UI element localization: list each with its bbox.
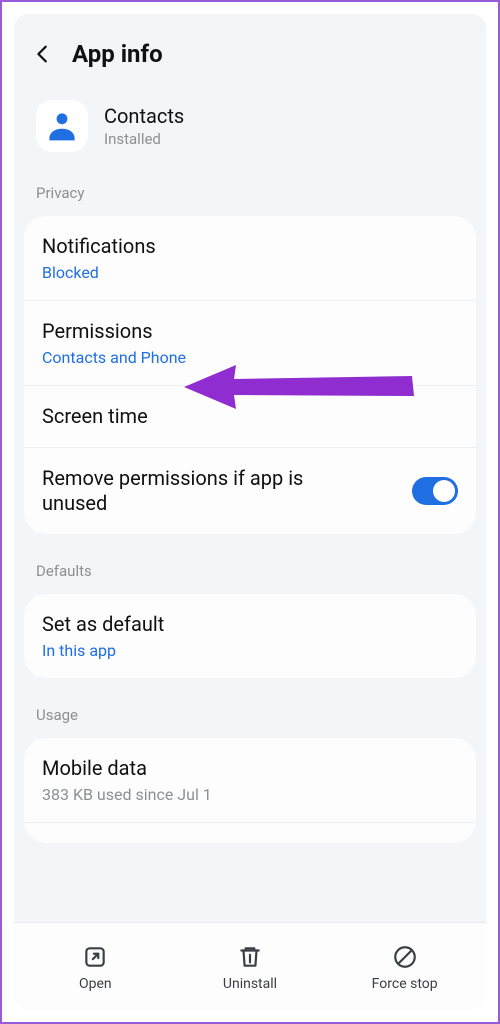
notifications-title: Notifications bbox=[42, 234, 458, 259]
mobile-data-row[interactable]: Mobile data 383 KB used since Jul 1 bbox=[24, 738, 476, 822]
section-label-defaults: Defaults bbox=[14, 552, 486, 590]
uninstall-button[interactable]: Uninstall bbox=[195, 944, 305, 992]
screen-time-title: Screen time bbox=[42, 404, 458, 429]
page-title: App info bbox=[72, 40, 163, 68]
section-label-usage: Usage bbox=[14, 696, 486, 734]
screen-time-row[interactable]: Screen time bbox=[24, 385, 476, 447]
force-stop-button[interactable]: Force stop bbox=[350, 944, 460, 992]
notifications-row[interactable]: Notifications Blocked bbox=[24, 216, 476, 300]
remove-permissions-title: Remove permissions if app is unused bbox=[42, 466, 342, 516]
notifications-value: Blocked bbox=[42, 263, 458, 282]
permissions-row[interactable]: Permissions Contacts and Phone bbox=[24, 300, 476, 385]
set-default-title: Set as default bbox=[42, 612, 458, 637]
permissions-value: Contacts and Phone bbox=[42, 348, 458, 367]
open-label: Open bbox=[79, 976, 112, 992]
open-icon bbox=[82, 944, 108, 970]
header: App info bbox=[14, 14, 486, 78]
app-summary: Contacts Installed bbox=[14, 78, 486, 174]
block-icon bbox=[392, 944, 418, 970]
permissions-title: Permissions bbox=[42, 319, 458, 344]
remove-permissions-row[interactable]: Remove permissions if app is unused bbox=[24, 447, 476, 534]
section-label-privacy: Privacy bbox=[14, 174, 486, 212]
privacy-card: Notifications Blocked Permissions Contac… bbox=[24, 216, 476, 534]
usage-card: Mobile data 383 KB used since Jul 1 bbox=[24, 738, 476, 843]
set-default-row[interactable]: Set as default In this app bbox=[24, 594, 476, 678]
app-status: Installed bbox=[104, 130, 184, 148]
app-info-screen: App info Contacts Installed Privacy Noti… bbox=[14, 14, 486, 1010]
mobile-data-value: 383 KB used since Jul 1 bbox=[42, 785, 458, 804]
app-name: Contacts bbox=[104, 104, 184, 128]
mobile-data-title: Mobile data bbox=[42, 756, 458, 781]
contacts-app-icon bbox=[36, 100, 88, 152]
force-stop-label: Force stop bbox=[372, 976, 438, 992]
cutoff-row bbox=[24, 822, 476, 843]
bottom-bar: Open Uninstall bbox=[14, 922, 486, 1010]
trash-icon bbox=[237, 944, 263, 970]
open-button[interactable]: Open bbox=[40, 944, 150, 992]
defaults-card: Set as default In this app bbox=[24, 594, 476, 678]
back-icon[interactable] bbox=[32, 43, 54, 65]
uninstall-label: Uninstall bbox=[223, 976, 277, 992]
remove-permissions-toggle[interactable] bbox=[412, 477, 458, 505]
set-default-value: In this app bbox=[42, 641, 458, 660]
